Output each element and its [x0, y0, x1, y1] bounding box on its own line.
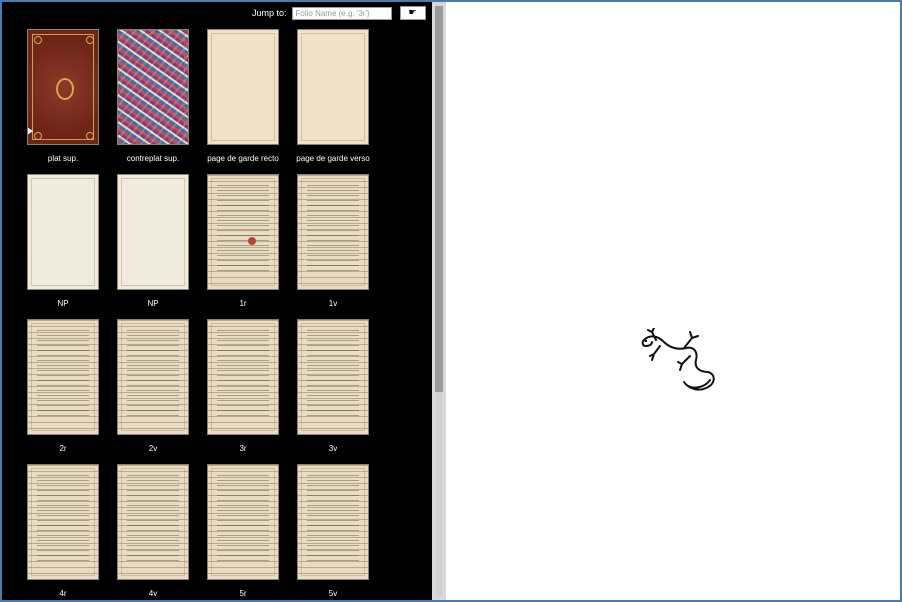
folio-label[interactable]: 5r	[239, 589, 246, 598]
folio-label[interactable]: NP	[57, 299, 68, 308]
folio-thumbnail-item[interactable]: 4r	[18, 464, 108, 600]
folio-thumbnail-item[interactable]: NP	[18, 174, 108, 319]
folio-thumbnail-item[interactable]: 5r	[198, 464, 288, 600]
pointing-hand-icon: ☛	[408, 8, 417, 18]
folio-label[interactable]: page de garde verso	[296, 154, 369, 163]
thumbnail-panel: Jump to: ☛ plat sup. contreplat sup. page …	[2, 2, 432, 600]
scroll-thumb[interactable]	[435, 6, 443, 392]
folio-thumbnail-image[interactable]	[117, 29, 189, 145]
folio-label[interactable]: plat sup.	[48, 154, 78, 163]
folio-thumbnail-image[interactable]	[297, 29, 369, 145]
folio-thumbnail-item[interactable]: plat sup.	[18, 29, 108, 174]
folio-thumbnail-item[interactable]: 1r	[198, 174, 288, 319]
folio-thumbnail-item[interactable]: NP	[108, 174, 198, 319]
folio-label[interactable]: 4v	[149, 589, 157, 598]
folio-thumbnail-image[interactable]	[27, 29, 99, 145]
folio-label[interactable]: 3v	[329, 444, 337, 453]
jump-to-bar: Jump to: ☛	[252, 5, 426, 21]
folio-thumbnail-image[interactable]	[207, 319, 279, 435]
folio-thumbnail-item[interactable]: 1v	[288, 174, 378, 319]
jump-to-label: Jump to:	[252, 8, 287, 18]
folio-thumbnail-image[interactable]	[297, 319, 369, 435]
folio-thumbnail-image[interactable]	[117, 464, 189, 580]
folio-thumbnail-image[interactable]	[297, 464, 369, 580]
folio-name-input[interactable]	[291, 6, 392, 20]
folio-thumbnail-image[interactable]	[207, 174, 279, 290]
folio-thumbnail-image[interactable]	[27, 464, 99, 580]
folio-label[interactable]: 3r	[239, 444, 246, 453]
folio-label[interactable]: 1v	[329, 299, 337, 308]
folio-label[interactable]: contreplat sup.	[127, 154, 179, 163]
folio-label[interactable]: 4r	[59, 589, 66, 598]
folio-thumbnail-item[interactable]: 4v	[108, 464, 198, 600]
folio-thumbnail-item[interactable]: 2v	[108, 319, 198, 464]
folio-thumbnail-item[interactable]: contreplat sup.	[108, 29, 198, 174]
folio-grid: plat sup. contreplat sup. page de garde re…	[18, 29, 378, 600]
app-window: Jump to: ☛ plat sup. contreplat sup. page …	[0, 0, 902, 602]
folio-label[interactable]: 2r	[59, 444, 66, 453]
folio-label[interactable]: NP	[147, 299, 158, 308]
salamander-icon	[641, 328, 715, 391]
folio-thumbnail-image[interactable]	[207, 29, 279, 145]
folio-thumbnail-item[interactable]: 5v	[288, 464, 378, 600]
folio-thumbnail-image[interactable]	[297, 174, 369, 290]
folio-thumbnail-item[interactable]: page de garde recto	[198, 29, 288, 174]
folio-thumbnail-image[interactable]	[207, 464, 279, 580]
jump-go-button[interactable]: ☛	[399, 6, 426, 20]
folio-label[interactable]: 5v	[329, 589, 337, 598]
thumbnail-scrollbar[interactable]	[432, 2, 446, 600]
folio-label[interactable]: page de garde recto	[207, 154, 279, 163]
folio-thumbnail-image[interactable]	[27, 174, 99, 290]
folio-thumbnail-image[interactable]	[27, 319, 99, 435]
folio-thumbnail-item[interactable]: 3r	[198, 319, 288, 464]
folio-thumbnail-item[interactable]: page de garde verso	[288, 29, 378, 174]
folio-thumbnail-item[interactable]: 3v	[288, 319, 378, 464]
folio-label[interactable]: 1r	[239, 299, 246, 308]
folio-label[interactable]: 2v	[149, 444, 157, 453]
folio-thumbnail-item[interactable]: 2r	[18, 319, 108, 464]
folio-thumbnail-image[interactable]	[117, 319, 189, 435]
folio-viewer	[454, 2, 900, 600]
folio-thumbnail-image[interactable]	[117, 174, 189, 290]
